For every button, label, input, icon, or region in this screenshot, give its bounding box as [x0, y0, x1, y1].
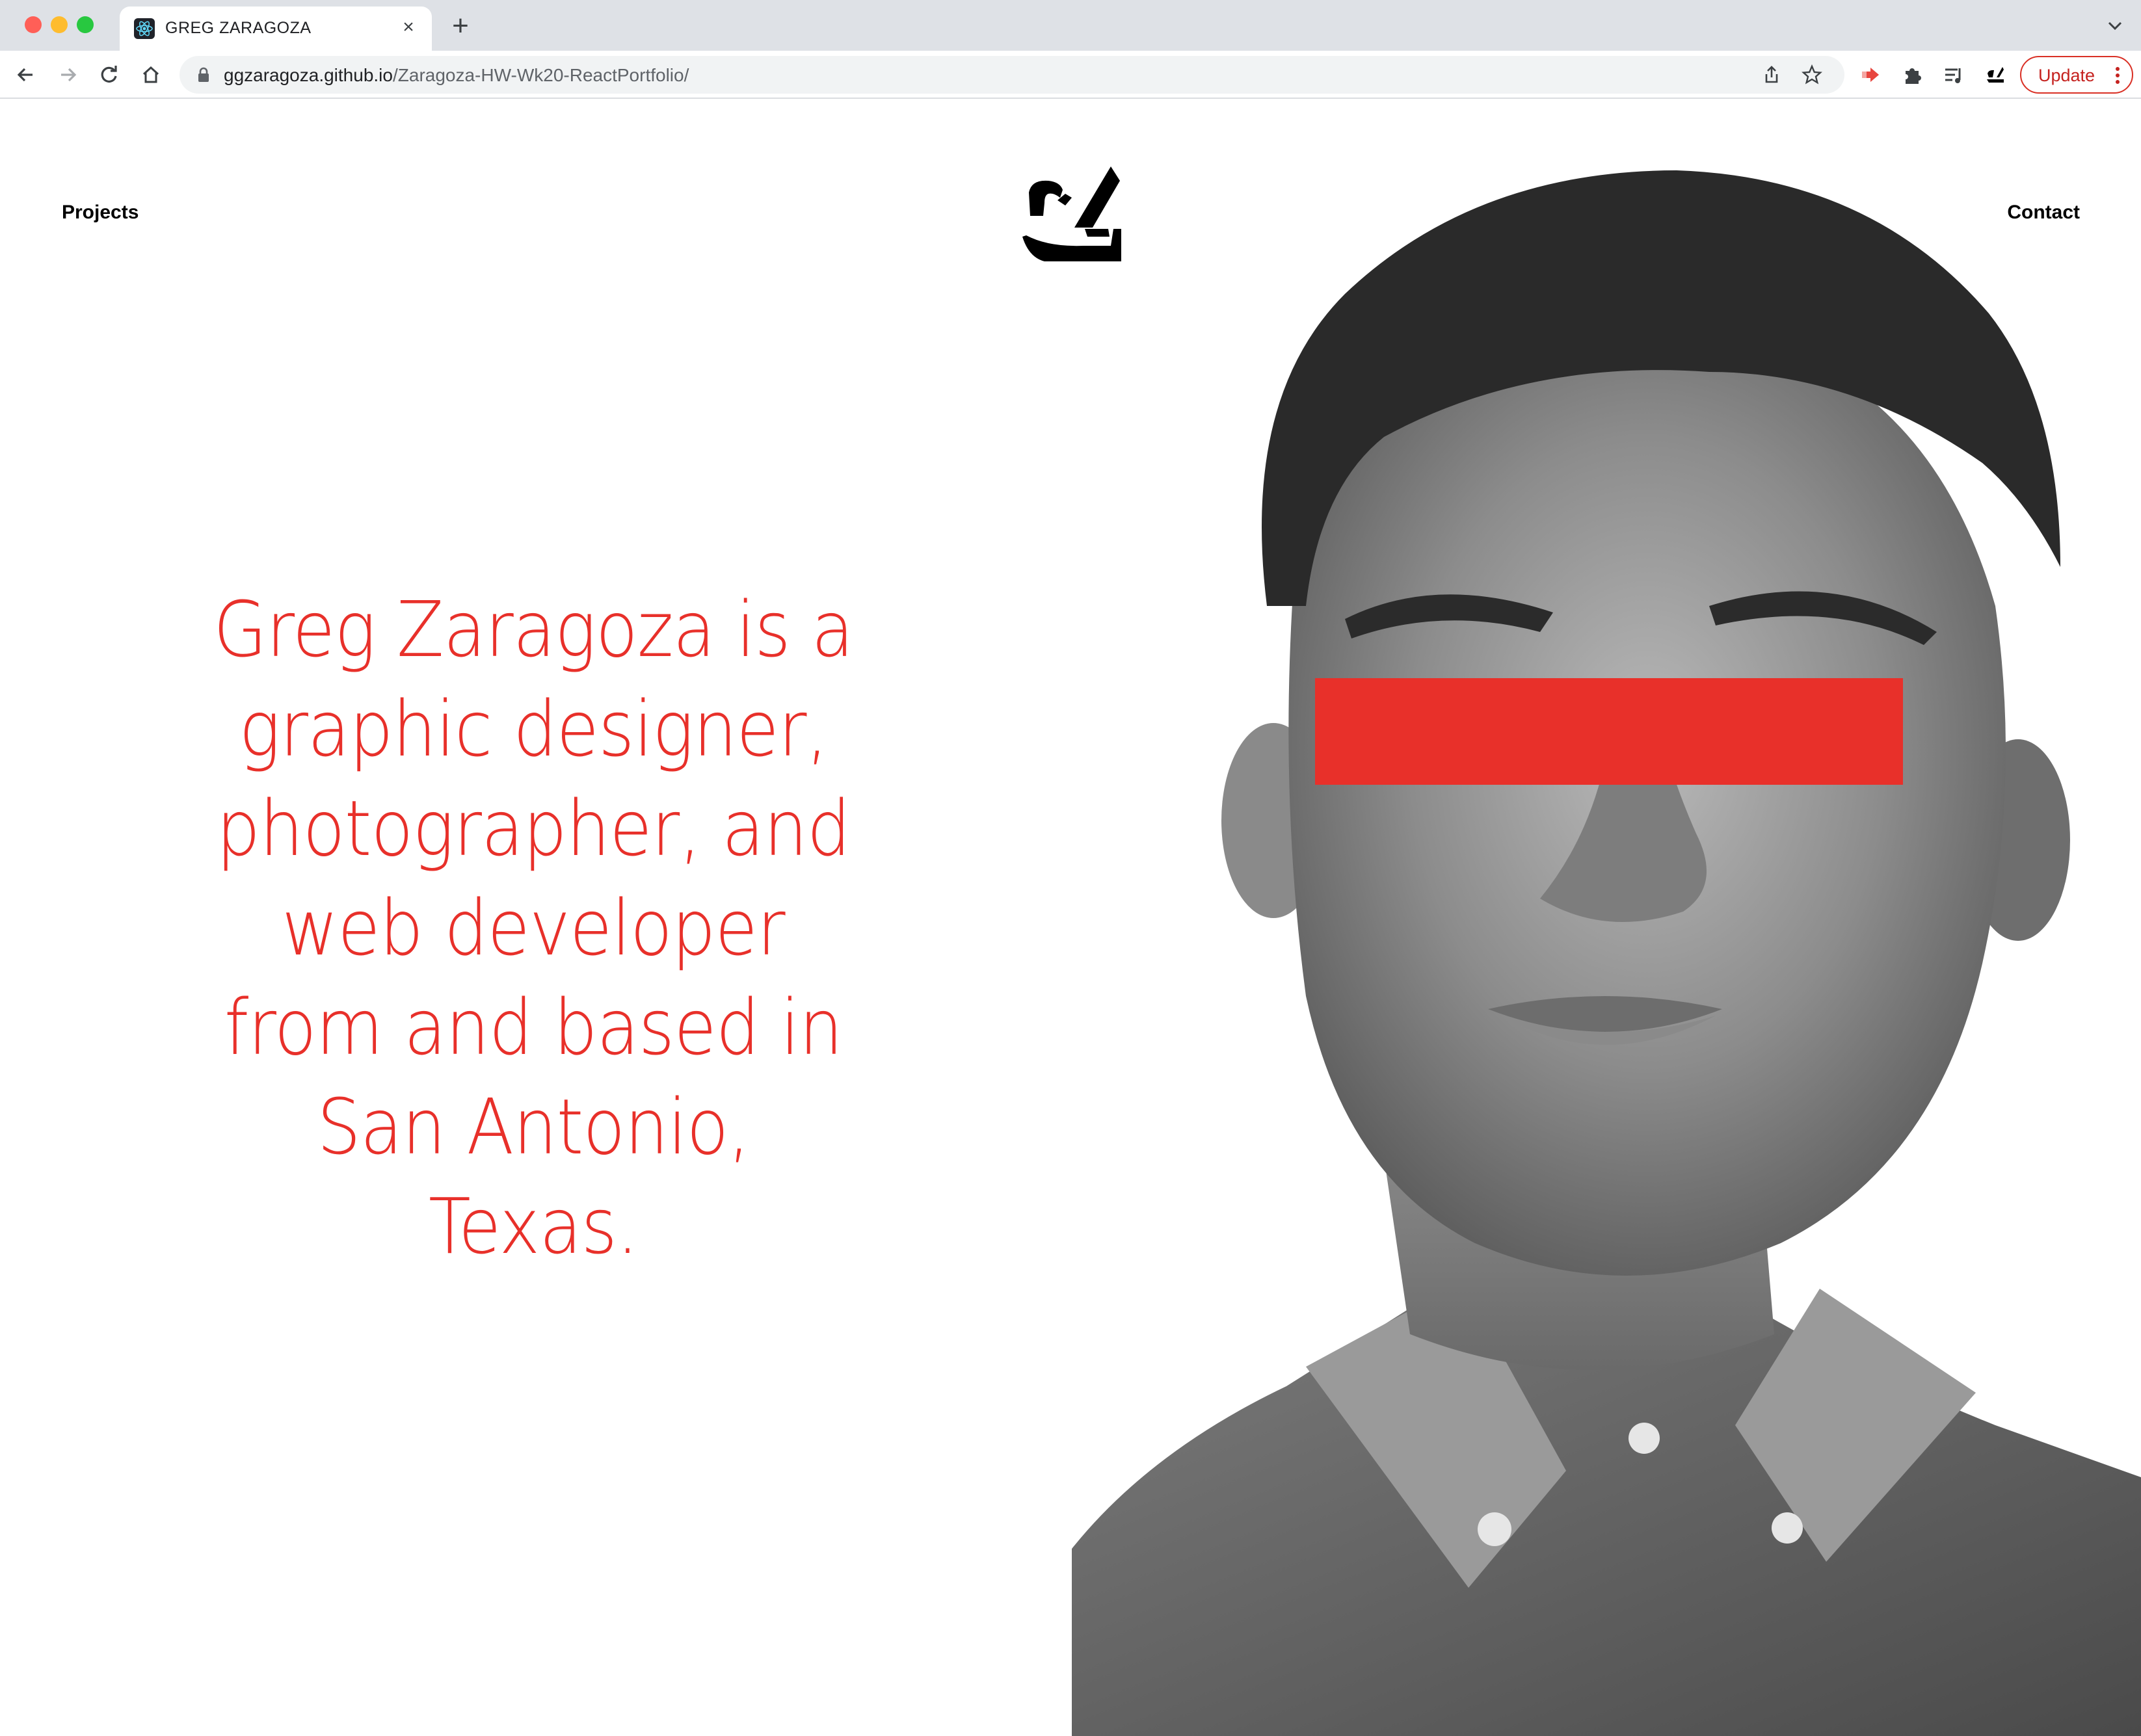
extension-icon[interactable] [1859, 63, 1882, 86]
url-path: /Zaragoza-HW-Wk20-ReactPortfolio/ [392, 65, 689, 85]
tab-title: GREG ZARAGOZA [165, 19, 312, 37]
forward-icon[interactable] [53, 60, 82, 89]
hero-line: from and based in [224, 982, 843, 1072]
active-tab[interactable]: GREG ZARAGOZA × [120, 7, 432, 51]
profile-logo-icon[interactable] [1984, 63, 2007, 86]
portfolio-page: Projects Contact Greg Zaragoza is a grap… [0, 99, 2141, 1736]
hero-line: photographer, and [216, 783, 851, 873]
puzzle-icon[interactable] [1900, 63, 1924, 86]
lock-icon[interactable] [196, 67, 211, 83]
eye-censor-bar [1315, 678, 1903, 785]
hero-tagline: Greg Zaragoza is a graphic designer, pho… [188, 580, 879, 1276]
reload-icon[interactable] [95, 60, 124, 89]
react-favicon-icon [134, 18, 155, 39]
chevron-down-icon[interactable] [2103, 14, 2127, 38]
back-icon[interactable] [12, 60, 40, 89]
hero-line: San Antonio, [317, 1082, 751, 1172]
nav-projects-link[interactable]: Projects [62, 202, 139, 224]
tab-strip: GREG ZARAGOZA × + [0, 0, 2141, 51]
update-label: Update [2038, 66, 2095, 85]
hero-line: web developer [282, 883, 785, 973]
nav-contact-link[interactable]: Contact [2007, 202, 2080, 224]
address-bar[interactable]: ggzaragoza.github.io/Zaragoza-HW-Wk20-Re… [180, 56, 1844, 94]
update-button[interactable]: Update [2020, 56, 2133, 94]
url-text[interactable]: ggzaragoza.github.io/Zaragoza-HW-Wk20-Re… [224, 65, 689, 86]
hero-line: Greg Zaragoza is a [213, 585, 854, 674]
hero-line: graphic designer, [239, 684, 829, 774]
home-icon[interactable] [137, 60, 165, 89]
zoom-window-button[interactable] [77, 16, 94, 33]
tab-close-icon[interactable]: × [397, 16, 420, 39]
new-tab-button[interactable]: + [446, 12, 475, 40]
minimize-window-button[interactable] [51, 16, 68, 33]
close-window-button[interactable] [25, 16, 42, 33]
portrait-photo [1072, 170, 2141, 1736]
browser-toolbar: ggzaragoza.github.io/Zaragoza-HW-Wk20-Re… [0, 51, 2141, 99]
url-domain: ggzaragoza.github.io [224, 65, 393, 85]
share-icon[interactable] [1761, 64, 1782, 85]
hero-line: Texas. [429, 1181, 639, 1271]
more-icon[interactable] [2115, 66, 2120, 85]
reading-list-icon[interactable] [1942, 63, 1965, 86]
bookmark-star-icon[interactable] [1802, 64, 1822, 85]
gz-logo-icon[interactable] [1022, 164, 1126, 264]
